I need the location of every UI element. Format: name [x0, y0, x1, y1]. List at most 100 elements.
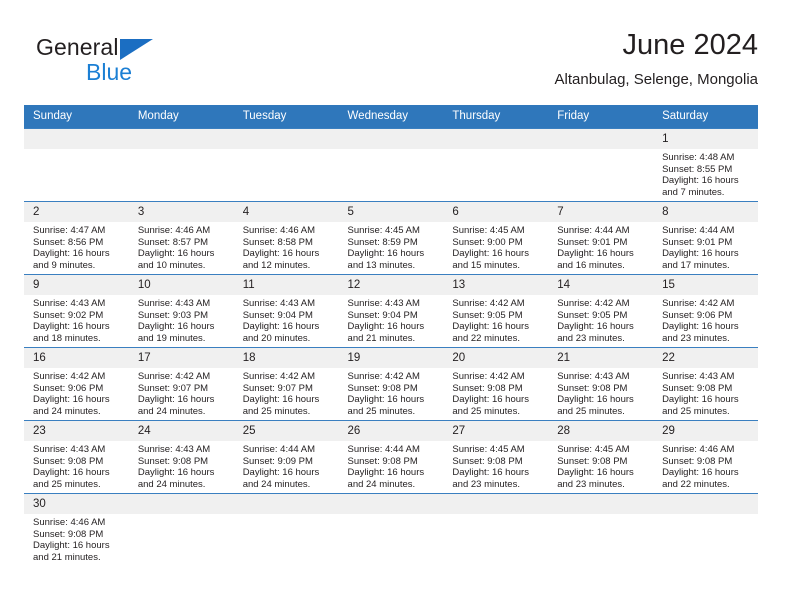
day-cell-inner: 5 Sunrise: 4:45 AM Sunset: 8:59 PM Daylight… [338, 202, 444, 274]
sunrise-text: Sunrise: 4:42 AM [662, 298, 735, 309]
day-cell-inner [233, 494, 339, 566]
calendar-day-cell[interactable]: 23 Sunrise: 4:43 AM Sunset: 9:08 PM Dayligh… [24, 420, 129, 494]
calendar-day-cell[interactable]: 21 Sunrise: 4:43 AM Sunset: 9:08 PM Dayligh… [548, 347, 654, 421]
day-number: 15 [653, 275, 758, 295]
daylight-text-line1: Daylight: 16 hours [137, 394, 215, 406]
day-number [233, 494, 339, 514]
day-cell-inner: 24 Sunrise: 4:43 AM Sunset: 9:08 PM Dayligh… [128, 421, 234, 493]
page-title: June 2024 [622, 29, 758, 61]
calendar-day-cell[interactable]: 10 Sunrise: 4:43 AM Sunset: 9:03 PM Dayligh… [128, 274, 234, 348]
day-sun-info: Sunrise: 4:44 AM Sunset: 9:09 PM Daylight:… [234, 441, 339, 490]
calendar-day-cell[interactable]: 16 Sunrise: 4:42 AM Sunset: 9:06 PM Dayligh… [24, 347, 129, 421]
calendar-day-cell[interactable]: 5 Sunrise: 4:45 AM Sunset: 8:59 PM Daylight… [338, 201, 444, 275]
weekday-header-friday: Friday [548, 105, 654, 129]
calendar-day-cell[interactable]: 9 Sunrise: 4:43 AM Sunset: 9:02 PM Daylight… [24, 274, 129, 348]
day-cell-inner: 2 Sunrise: 4:47 AM Sunset: 8:56 PM Daylight… [24, 202, 129, 274]
day-sun-info: Sunrise: 4:43 AM Sunset: 9:02 PM Daylight:… [24, 295, 129, 344]
day-number: 7 [548, 202, 654, 222]
day-sun-info: Sunrise: 4:42 AM Sunset: 9:05 PM Daylight:… [443, 295, 548, 344]
daylight-text-line1: Daylight: 16 hours [33, 248, 110, 260]
daylight-text-line1: Daylight: 16 hours [662, 175, 739, 187]
day-number [338, 494, 444, 514]
calendar-day-cell[interactable]: 6 Sunrise: 4:45 AM Sunset: 9:00 PM Daylight… [443, 201, 549, 275]
day-cell-inner: 26 Sunrise: 4:44 AM Sunset: 9:08 PM Dayligh… [338, 421, 444, 493]
calendar-week-row: 1 Sunrise: 4:48 AM Sunset: 8:55 PM Daylight… [24, 128, 758, 202]
calendar-day-cell[interactable]: 14 Sunrise: 4:42 AM Sunset: 9:05 PM Dayligh… [548, 274, 654, 348]
day-cell-inner: 7 Sunrise: 4:44 AM Sunset: 9:01 PM Daylight… [548, 202, 654, 274]
calendar-day-cell[interactable]: 8 Sunrise: 4:44 AM Sunset: 9:01 PM Daylight… [653, 201, 758, 275]
sunset-text: Sunset: 9:08 PM [452, 382, 523, 394]
daylight-text-line2: and 9 minutes. [33, 259, 96, 271]
day-number: 25 [233, 421, 339, 441]
calendar-day-cell[interactable]: 26 Sunrise: 4:44 AM Sunset: 9:08 PM Dayligh… [338, 420, 444, 494]
sunrise-text: Sunrise: 4:46 AM [33, 517, 106, 528]
general-blue-logo: General Blue [36, 34, 176, 90]
sunset-text: Sunset: 9:04 PM [242, 309, 313, 321]
logo-text-general: General [36, 34, 119, 60]
calendar-day-cell[interactable]: 20 Sunrise: 4:42 AM Sunset: 9:08 PM Dayligh… [443, 347, 549, 421]
calendar-header-row: Sunday Monday Tuesday Wednesday Thursday… [24, 105, 758, 129]
calendar-day-cell[interactable]: 24 Sunrise: 4:43 AM Sunset: 9:08 PM Dayligh… [128, 420, 234, 494]
calendar-day-cell[interactable]: 25 Sunrise: 4:44 AM Sunset: 9:09 PM Dayligh… [233, 420, 339, 494]
calendar-cell-empty [128, 493, 234, 566]
day-number: 10 [128, 275, 234, 295]
sunset-text: Sunset: 9:06 PM [33, 382, 104, 394]
calendar-day-cell[interactable]: 2 Sunrise: 4:47 AM Sunset: 8:56 PM Daylight… [24, 201, 129, 275]
day-sun-info: Sunrise: 4:42 AM Sunset: 9:08 PM Daylight:… [443, 368, 548, 417]
calendar-day-cell[interactable]: 3 Sunrise: 4:46 AM Sunset: 8:57 PM Daylight… [128, 201, 234, 275]
calendar-cell-empty [653, 493, 758, 566]
day-sun-info: Sunrise: 4:43 AM Sunset: 9:04 PM Daylight:… [234, 295, 339, 344]
calendar-day-cell[interactable]: 30 Sunrise: 4:46 AM Sunset: 9:08 PM Dayligh… [24, 493, 129, 566]
calendar-day-cell[interactable]: 1 Sunrise: 4:48 AM Sunset: 8:55 PM Daylight… [653, 128, 758, 202]
calendar-day-cell[interactable]: 15 Sunrise: 4:42 AM Sunset: 9:06 PM Dayligh… [653, 274, 758, 348]
daylight-text-line2: and 21 minutes. [347, 332, 416, 344]
day-sun-info: Sunrise: 4:43 AM Sunset: 9:08 PM Daylight:… [548, 368, 653, 417]
calendar-day-cell[interactable]: 7 Sunrise: 4:44 AM Sunset: 9:01 PM Daylight… [548, 201, 654, 275]
weekday-header-saturday: Saturday [653, 105, 758, 129]
day-number: 9 [24, 275, 129, 295]
daylight-text-line2: and 20 minutes. [242, 332, 311, 344]
daylight-text-line1: Daylight: 16 hours [347, 467, 425, 479]
calendar-day-cell[interactable]: 18 Sunrise: 4:42 AM Sunset: 9:07 PM Dayligh… [233, 347, 339, 421]
day-number: 12 [338, 275, 444, 295]
day-sun-info: Sunrise: 4:42 AM Sunset: 9:06 PM Daylight:… [653, 295, 758, 344]
day-sun-info: Sunrise: 4:46 AM Sunset: 9:08 PM Daylight:… [24, 514, 129, 563]
sunset-text: Sunset: 8:58 PM [242, 236, 313, 248]
sunset-text: Sunset: 9:06 PM [662, 309, 733, 321]
day-sun-info: Sunrise: 4:45 AM Sunset: 9:08 PM Daylight:… [548, 441, 653, 490]
day-cell-inner: 15 Sunrise: 4:42 AM Sunset: 9:06 PM Dayligh… [653, 275, 758, 347]
day-sun-info: Sunrise: 4:43 AM Sunset: 9:04 PM Daylight:… [339, 295, 444, 344]
day-number: 16 [24, 348, 129, 368]
calendar-day-cell[interactable]: 12 Sunrise: 4:43 AM Sunset: 9:04 PM Dayligh… [338, 274, 444, 348]
calendar-day-cell[interactable]: 13 Sunrise: 4:42 AM Sunset: 9:05 PM Dayligh… [443, 274, 549, 348]
day-sun-info: Sunrise: 4:42 AM Sunset: 9:06 PM Daylight:… [24, 368, 129, 417]
day-cell-inner: 19 Sunrise: 4:42 AM Sunset: 9:08 PM Dayligh… [338, 348, 444, 420]
sunset-text: Sunset: 9:03 PM [137, 309, 209, 321]
daylight-text-line2: and 23 minutes. [662, 332, 730, 344]
calendar-day-cell[interactable]: 28 Sunrise: 4:45 AM Sunset: 9:08 PM Dayligh… [548, 420, 654, 494]
sunrise-text: Sunrise: 4:43 AM [662, 371, 735, 382]
daylight-text-line2: and 25 minutes. [662, 405, 730, 417]
calendar-day-cell[interactable]: 19 Sunrise: 4:42 AM Sunset: 9:08 PM Dayligh… [338, 347, 444, 421]
day-sun-info: Sunrise: 4:43 AM Sunset: 9:08 PM Daylight:… [24, 441, 129, 490]
page-subtitle: Altanbulag, Selenge, Mongolia [554, 71, 758, 88]
day-cell-inner: 20 Sunrise: 4:42 AM Sunset: 9:08 PM Dayligh… [443, 348, 549, 420]
daylight-text-line1: Daylight: 16 hours [347, 321, 425, 333]
sunrise-text: Sunrise: 4:45 AM [557, 444, 630, 455]
day-cell-inner: 18 Sunrise: 4:42 AM Sunset: 9:07 PM Dayligh… [233, 348, 339, 420]
day-number: 27 [443, 421, 549, 441]
day-cell-inner: 3 Sunrise: 4:46 AM Sunset: 8:57 PM Daylight… [128, 202, 234, 274]
calendar-table: Sunday Monday Tuesday Wednesday Thursday… [24, 105, 758, 566]
daylight-text-line2: and 18 minutes. [33, 332, 101, 344]
day-cell-inner: 16 Sunrise: 4:42 AM Sunset: 9:06 PM Dayligh… [24, 348, 129, 420]
calendar-day-cell[interactable]: 29 Sunrise: 4:46 AM Sunset: 9:08 PM Dayligh… [653, 420, 758, 494]
calendar-day-cell[interactable]: 17 Sunrise: 4:42 AM Sunset: 9:07 PM Dayligh… [128, 347, 234, 421]
daylight-text-line1: Daylight: 16 hours [452, 248, 529, 260]
day-cell-inner: 29 Sunrise: 4:46 AM Sunset: 9:08 PM Dayligh… [653, 421, 758, 493]
calendar-day-cell[interactable]: 22 Sunrise: 4:43 AM Sunset: 9:08 PM Dayligh… [653, 347, 758, 421]
calendar-day-cell[interactable]: 27 Sunrise: 4:45 AM Sunset: 9:08 PM Dayligh… [443, 420, 549, 494]
calendar-day-cell[interactable]: 4 Sunrise: 4:46 AM Sunset: 8:58 PM Daylight… [233, 201, 339, 275]
calendar-day-cell[interactable]: 11 Sunrise: 4:43 AM Sunset: 9:04 PM Dayligh… [233, 274, 339, 348]
daylight-text-line1: Daylight: 16 hours [347, 248, 425, 260]
daylight-text-line1: Daylight: 16 hours [33, 394, 110, 406]
